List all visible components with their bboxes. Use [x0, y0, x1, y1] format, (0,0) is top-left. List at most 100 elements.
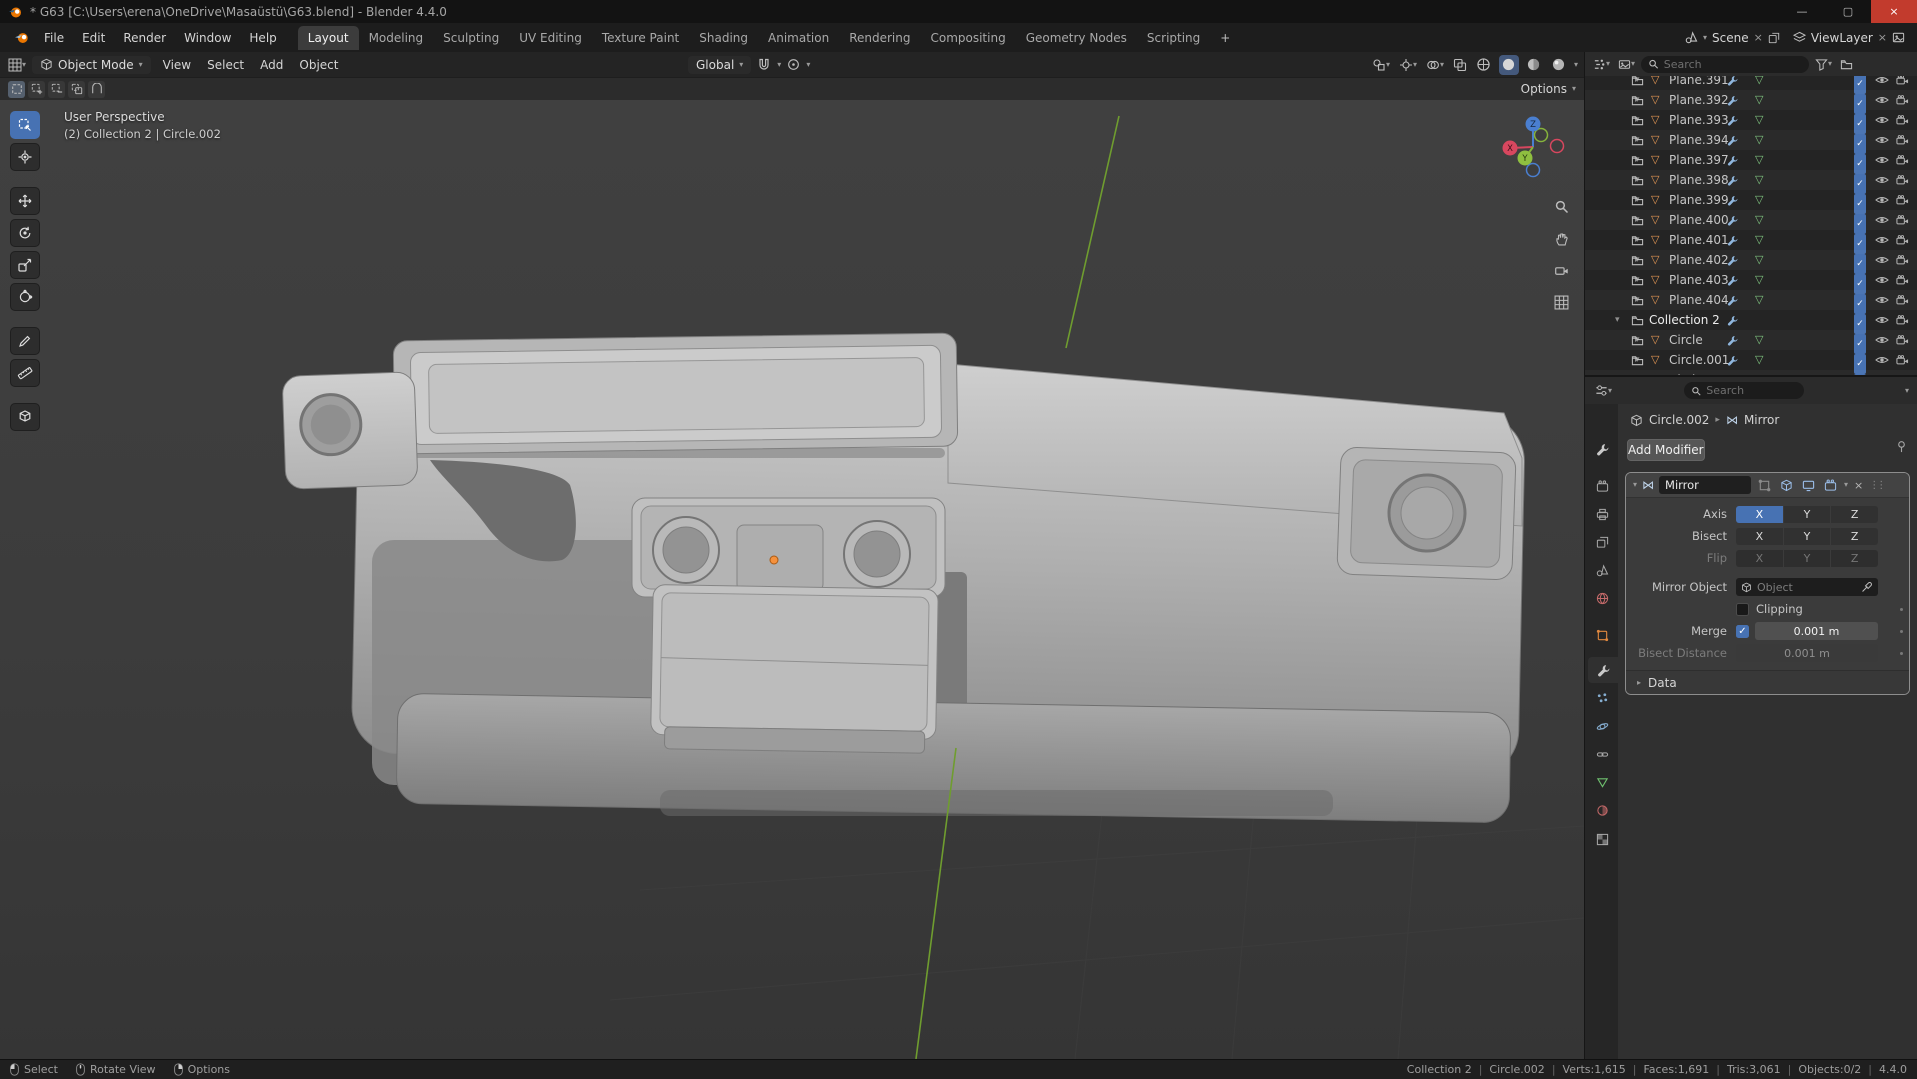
flip-z-button[interactable]: Z: [1831, 549, 1879, 567]
snap-settings-chevron-icon[interactable]: ▾: [777, 60, 781, 69]
properties-search[interactable]: [1684, 382, 1805, 399]
drag-handle-icon[interactable]: ⋮⋮: [1869, 480, 1886, 491]
outliner-row[interactable]: ▸ ▾ ▽ Collection 2 ▽ ✓: [1585, 310, 1917, 334]
pin-icon[interactable]: [1895, 440, 1908, 453]
viewport-menu-item[interactable]: Select: [199, 55, 252, 75]
shading-wireframe-button[interactable]: [1474, 55, 1494, 75]
camera-visibility-icon[interactable]: [1896, 110, 1909, 130]
unlink-scene-icon[interactable]: ×: [1754, 31, 1763, 44]
outliner-item-label[interactable]: Circle.001: [1669, 350, 1729, 370]
outliner-editor-type-button[interactable]: ▾: [1591, 56, 1612, 73]
mirror-object-field[interactable]: Object: [1736, 578, 1878, 596]
flip-x-button[interactable]: X: [1736, 549, 1783, 567]
workspace-tab[interactable]: Geometry Nodes: [1016, 26, 1137, 50]
outliner-item-label[interactable]: Collection 2: [1649, 310, 1720, 330]
outliner-item-label[interactable]: Plane.400: [1669, 210, 1729, 230]
hide-eye-icon[interactable]: [1875, 290, 1889, 310]
axis-minus-x-ball[interactable]: [1549, 138, 1565, 154]
tab-output-properties[interactable]: [1588, 501, 1616, 527]
workspace-tab[interactable]: Animation: [758, 26, 839, 50]
workspace-tab[interactable]: UV Editing: [509, 26, 592, 50]
outliner-item-label[interactable]: Plane.399: [1669, 190, 1729, 210]
cursor-tool[interactable]: [10, 143, 40, 171]
menu-item[interactable]: Edit: [73, 27, 114, 49]
minimize-button[interactable]: —: [1779, 0, 1825, 23]
gizmos-toggle-button[interactable]: ▾: [1397, 56, 1419, 74]
outliner-item-label[interactable]: Plane.401: [1669, 230, 1729, 250]
add-modifier-button[interactable]: Add Modifier: [1627, 439, 1705, 461]
merge-checkbox[interactable]: ✓: [1736, 624, 1749, 638]
shading-solid-button[interactable]: [1498, 54, 1519, 75]
outliner-display-mode-button[interactable]: ▾: [1616, 56, 1637, 73]
hide-eye-icon[interactable]: [1875, 150, 1889, 170]
menu-item[interactable]: Render: [114, 27, 175, 49]
camera-visibility-icon[interactable]: [1896, 330, 1909, 350]
tab-scene-properties[interactable]: [1588, 557, 1616, 583]
hide-eye-icon[interactable]: [1875, 230, 1889, 250]
snap-toggle-button[interactable]: [755, 56, 773, 74]
hide-eye-icon[interactable]: [1875, 130, 1889, 150]
breadcrumb-object[interactable]: Circle.002: [1649, 413, 1709, 427]
scale-tool[interactable]: [10, 251, 40, 279]
hide-eye-icon[interactable]: [1875, 370, 1889, 375]
tab-render-properties[interactable]: [1588, 473, 1616, 499]
hide-eye-icon[interactable]: [1875, 270, 1889, 290]
modifier-extras-chevron-icon[interactable]: ▾: [1844, 481, 1848, 489]
workspace-tab[interactable]: Scripting: [1137, 26, 1210, 50]
annotate-tool[interactable]: [10, 327, 40, 355]
workspace-tab[interactable]: Layout: [297, 25, 359, 50]
outliner-item-label[interactable]: Circle: [1669, 330, 1703, 350]
viewport-menu-item[interactable]: Object: [291, 55, 346, 75]
remove-view-layer-icon[interactable]: ×: [1878, 31, 1887, 44]
outliner-item-label[interactable]: Plane.403: [1669, 270, 1729, 290]
workspace-tab[interactable]: Rendering: [839, 26, 920, 50]
delete-modifier-button[interactable]: ×: [1854, 479, 1863, 492]
camera-visibility-icon[interactable]: [1896, 210, 1909, 230]
workspace-tab[interactable]: Modeling: [359, 26, 434, 50]
collapse-chevron-icon[interactable]: ▾: [1633, 481, 1637, 489]
outliner-row[interactable]: ▸ ▾ ▽ Plane.400 ▽ ✓: [1585, 210, 1917, 234]
outliner-row[interactable]: ▸ ▾ ▽ Plane.402 ▽ ✓: [1585, 250, 1917, 274]
pan-view-button[interactable]: [1551, 228, 1571, 248]
select-mode-invert-button[interactable]: [68, 80, 85, 98]
outliner-item-label[interactable]: Plane.392: [1669, 90, 1729, 110]
navigation-gizmo[interactable]: Z X Y: [1497, 111, 1569, 183]
app-menu-button[interactable]: [8, 30, 35, 45]
outliner-row[interactable]: ▸ ▾ ▽ Plane.403 ▽ ✓: [1585, 270, 1917, 294]
select-box-tool[interactable]: [10, 111, 40, 139]
menu-item[interactable]: Window: [175, 27, 240, 49]
bisect-x-button[interactable]: X: [1736, 527, 1783, 545]
outliner-filter-button[interactable]: ▾: [1813, 56, 1834, 73]
shading-material-button[interactable]: [1524, 55, 1544, 75]
view-layer-selector[interactable]: ViewLayer ×: [1789, 29, 1909, 47]
outliner-row[interactable]: ▸ ▾ ▽ Circle.001 ▽ ✓: [1585, 350, 1917, 374]
overlays-toggle-button[interactable]: ▾: [1424, 56, 1446, 74]
tab-object-data-properties[interactable]: [1588, 769, 1616, 795]
clipping-checkbox[interactable]: [1736, 602, 1749, 616]
hide-eye-icon[interactable]: [1875, 330, 1889, 350]
maximize-button[interactable]: ▢: [1825, 0, 1871, 23]
tab-view-layer-properties[interactable]: [1588, 529, 1616, 555]
outliner-item-label[interactable]: Plane.394: [1669, 130, 1729, 150]
display-render-toggle[interactable]: [1822, 477, 1839, 494]
select-mode-intersect-button[interactable]: [88, 80, 105, 98]
render-layers-icon[interactable]: [1892, 31, 1905, 44]
flip-y-button[interactable]: Y: [1783, 549, 1831, 567]
select-mode-new-button[interactable]: [8, 80, 25, 98]
object-type-visibility-button[interactable]: ▾: [1370, 56, 1392, 74]
collapse-chevron-icon[interactable]: ▾: [1615, 310, 1620, 330]
toggle-orthographic-button[interactable]: [1551, 292, 1571, 312]
outliner-row[interactable]: ▸ ▾ ▽ Circle ▽ ✓: [1585, 330, 1917, 354]
tab-modifier-properties[interactable]: [1588, 657, 1618, 683]
hide-eye-icon[interactable]: [1875, 310, 1889, 330]
tab-object-properties[interactable]: [1588, 622, 1616, 648]
outliner-item-label[interactable]: Plane.398: [1669, 170, 1729, 190]
eyedropper-icon[interactable]: [1861, 581, 1873, 593]
workspace-tab[interactable]: Shading: [689, 26, 758, 50]
outliner-row[interactable]: ▸ ▾ ▽ Plane.401 ▽ ✓: [1585, 230, 1917, 254]
hide-eye-icon[interactable]: [1875, 110, 1889, 130]
display-on-cage-toggle[interactable]: [1756, 477, 1773, 494]
camera-visibility-icon[interactable]: [1896, 290, 1909, 310]
camera-visibility-icon[interactable]: [1896, 310, 1909, 330]
workspace-tab[interactable]: Sculpting: [433, 26, 509, 50]
